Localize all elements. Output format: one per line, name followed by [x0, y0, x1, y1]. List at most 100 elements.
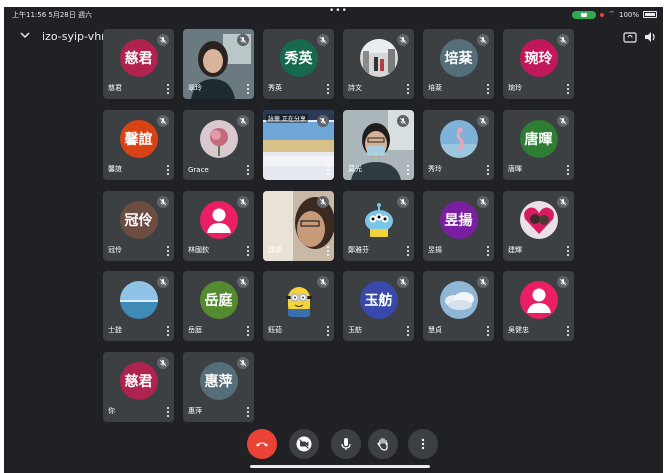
- mic-off-icon: [157, 357, 169, 369]
- tile-more-icon[interactable]: [327, 165, 330, 175]
- switch-camera-icon[interactable]: [623, 31, 637, 43]
- participant-tile[interactable]: 唐暉 唐暉: [503, 110, 574, 180]
- tile-more-icon[interactable]: [567, 326, 570, 336]
- participant-tile[interactable]: 慧貞: [423, 271, 494, 341]
- participant-name: 琬玲: [508, 84, 522, 92]
- person-avatar-icon: [199, 201, 238, 240]
- tile-more-icon[interactable]: [247, 407, 250, 417]
- participant-tile[interactable]: 昱揚 昱揚: [423, 191, 494, 261]
- participant-name: 吳健忠: [508, 326, 529, 334]
- avatar: 培棻: [439, 39, 478, 78]
- mic-off-icon: [237, 196, 249, 208]
- share-banner: 詠華 正在分享: [266, 114, 308, 123]
- participant-tile[interactable]: 琬玲 琬玲: [503, 29, 574, 99]
- participant-tile[interactable]: 士銓: [103, 271, 174, 341]
- more-options-button[interactable]: [408, 429, 438, 459]
- tile-more-icon[interactable]: [487, 326, 490, 336]
- collapse-chevron-icon[interactable]: [18, 28, 32, 42]
- tile-more-icon[interactable]: [487, 165, 490, 175]
- person-avatar-icon: [519, 281, 558, 320]
- participant-tile[interactable]: Grace: [183, 110, 254, 180]
- participant-tile[interactable]: 林國欽: [183, 191, 254, 261]
- mic-off-icon: [397, 115, 409, 127]
- participant-tile[interactable]: 建福: [263, 191, 334, 261]
- participant-tile[interactable]: 玉舫 玉舫: [343, 271, 414, 341]
- tile-more-icon[interactable]: [167, 246, 170, 256]
- participant-name: Grace: [188, 166, 209, 174]
- tile-more-icon[interactable]: [407, 165, 410, 175]
- tile-more-icon[interactable]: [167, 326, 170, 336]
- participant-tile[interactable]: 詩文: [343, 29, 414, 99]
- tile-more-icon[interactable]: [327, 84, 330, 94]
- participant-tile[interactable]: 莫光: [343, 110, 414, 180]
- status-dots: •••: [329, 7, 348, 16]
- participant-tile[interactable]: 秀玲: [423, 110, 494, 180]
- tile-more-icon[interactable]: [407, 246, 410, 256]
- participant-tile[interactable]: 翠玲: [183, 29, 254, 99]
- participant-tile[interactable]: 馨誼 馨誼: [103, 110, 174, 180]
- participant-tile[interactable]: 詠華 正在分享: [263, 110, 334, 180]
- tile-more-icon[interactable]: [247, 326, 250, 336]
- call-controls: [4, 429, 663, 465]
- tile-more-icon[interactable]: [327, 326, 330, 336]
- tile-more-icon[interactable]: [487, 84, 490, 94]
- camera-toggle-button[interactable]: [289, 429, 319, 459]
- participant-name: 秀英: [268, 84, 282, 92]
- participant-tile[interactable]: 吳健忠: [503, 271, 574, 341]
- participant-name: 建福: [268, 246, 282, 254]
- mic-button[interactable]: [331, 429, 361, 459]
- participant-tile[interactable]: 岳庭 岳庭: [183, 271, 254, 341]
- avatar-photo: [119, 281, 158, 320]
- tile-more-icon[interactable]: [567, 84, 570, 94]
- participant-tile[interactable]: 建輝: [503, 191, 574, 261]
- participant-tile[interactable]: 惠萍 惠萍: [183, 352, 254, 422]
- mic-icon: [341, 438, 351, 450]
- mic-off-icon: [317, 196, 329, 208]
- tile-more-icon[interactable]: [487, 246, 490, 256]
- participant-tile[interactable]: 鄭雅芬: [343, 191, 414, 261]
- participant-name: 林國欽: [188, 246, 209, 254]
- participant-name: 鈺茹: [268, 326, 282, 334]
- participant-tile[interactable]: 慈君 慈君: [103, 29, 174, 99]
- mic-off-icon: [477, 276, 489, 288]
- mic-off-icon: [557, 115, 569, 127]
- mic-off-icon: [477, 115, 489, 127]
- tile-more-icon[interactable]: [407, 326, 410, 336]
- participant-tile[interactable]: 慈君你: [103, 352, 174, 422]
- home-indicator: [250, 465, 430, 468]
- participant-tile[interactable]: 秀英 秀英: [263, 29, 334, 99]
- tile-more-icon[interactable]: [247, 165, 250, 175]
- tile-more-icon[interactable]: [167, 165, 170, 175]
- participant-name: 馨誼: [108, 165, 122, 173]
- more-vert-icon: [421, 438, 425, 450]
- mic-off-icon: [237, 34, 249, 46]
- participant-tile[interactable]: 培棻 培棻: [423, 29, 494, 99]
- tile-more-icon[interactable]: [247, 246, 250, 256]
- tile-more-icon[interactable]: [567, 246, 570, 256]
- participant-name: 秀玲: [428, 165, 442, 173]
- tile-more-icon[interactable]: [167, 84, 170, 94]
- avatar: 唐暉: [519, 120, 558, 159]
- tile-more-icon[interactable]: [167, 407, 170, 417]
- tile-more-icon[interactable]: [247, 84, 250, 94]
- avatar: 岳庭: [199, 281, 238, 320]
- tile-more-icon[interactable]: [407, 84, 410, 94]
- raise-hand-button[interactable]: [368, 429, 398, 459]
- participant-name: 詩文: [348, 84, 362, 92]
- status-time: 上午11:56 5月28日 週六: [12, 11, 92, 19]
- mic-off-icon: [237, 115, 249, 127]
- participant-name: 培棻: [428, 84, 442, 92]
- avatar: 惠萍: [199, 362, 238, 401]
- tile-more-icon[interactable]: [567, 165, 570, 175]
- participant-name: 慈君: [108, 84, 122, 92]
- tile-more-icon[interactable]: [327, 246, 330, 256]
- participant-tile[interactable]: 鈺茹: [263, 271, 334, 341]
- participant-tile[interactable]: 冠伶 冠伶: [103, 191, 174, 261]
- speaker-icon[interactable]: [643, 30, 657, 44]
- recording-dot-icon: [600, 12, 605, 17]
- mic-off-icon: [317, 115, 329, 127]
- participant-name: 莫光: [348, 165, 362, 173]
- avatar: 冠伶: [119, 201, 158, 240]
- hangup-button[interactable]: [247, 429, 277, 459]
- participant-name: 昱揚: [428, 246, 442, 254]
